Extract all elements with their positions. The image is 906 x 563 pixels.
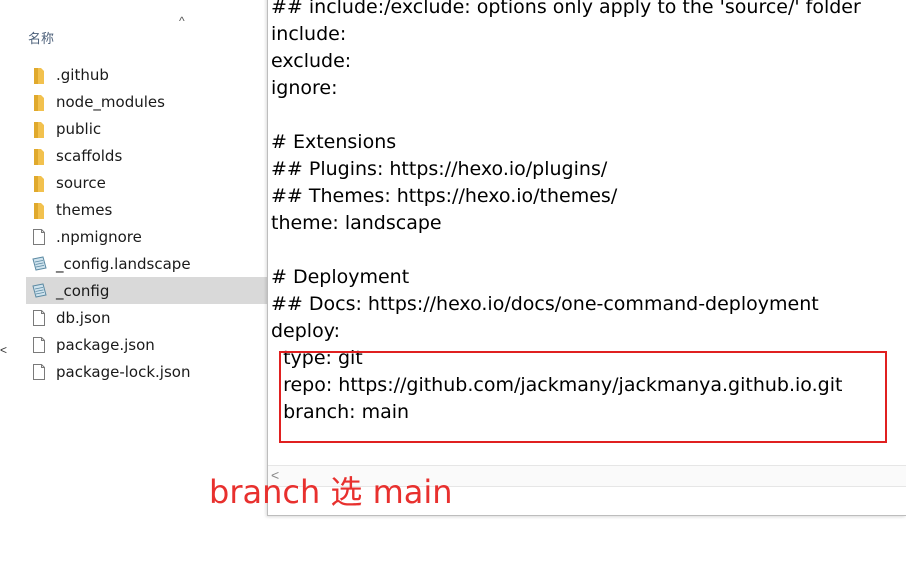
file-name-label: scaffolds <box>56 146 123 165</box>
file-list-item[interactable]: scaffolds <box>26 142 267 169</box>
file-name-label: package.json <box>56 335 155 354</box>
sort-ascending-icon[interactable]: ^ <box>179 14 185 28</box>
folder-icon <box>31 174 47 192</box>
file-name-label: db.json <box>56 308 111 327</box>
code-line[interactable]: exclude: <box>271 48 861 75</box>
file-icon <box>31 336 47 354</box>
deploy-highlight-box <box>279 351 887 443</box>
code-line[interactable]: ## Docs: https://hexo.io/docs/one-comman… <box>271 291 861 318</box>
file-name-label: node_modules <box>56 92 165 111</box>
file-name-label: package-lock.json <box>56 362 191 381</box>
file-list-item[interactable]: node_modules <box>26 88 267 115</box>
file-list-item[interactable]: db.json <box>26 304 267 331</box>
file-list-item[interactable]: .npmignore <box>26 223 267 250</box>
file-icon <box>31 309 47 327</box>
code-line[interactable]: deploy: <box>271 318 861 345</box>
collapse-chevron-icon[interactable]: < <box>0 343 7 357</box>
code-line[interactable]: ## Plugins: https://hexo.io/plugins/ <box>271 156 861 183</box>
folder-icon <box>31 66 47 84</box>
file-name-label: themes <box>56 200 113 219</box>
file-list-item[interactable]: .github <box>26 61 267 88</box>
file-list-item[interactable]: _config.landscape <box>26 250 267 277</box>
file-list-item[interactable]: package-lock.json <box>26 358 267 385</box>
file-name-label: public <box>56 119 102 138</box>
file-icon <box>31 363 47 381</box>
file-list: .github node_modulespublic scaffolds source… <box>26 61 267 385</box>
code-line[interactable] <box>271 102 861 129</box>
file-list-item[interactable]: _config <box>26 277 267 304</box>
file-list-item[interactable]: public <box>26 115 267 142</box>
code-line[interactable]: theme: landscape <box>271 210 861 237</box>
code-line[interactable]: ## Themes: https://hexo.io/themes/ <box>271 183 861 210</box>
code-line[interactable]: # Deployment <box>271 264 861 291</box>
file-list-item[interactable]: source <box>26 169 267 196</box>
name-column-header[interactable]: 名称 ^ <box>28 14 267 47</box>
folder-icon <box>31 120 47 138</box>
yaml-file-icon <box>31 282 47 300</box>
file-name-label: .github <box>56 65 109 84</box>
file-name-label: source <box>56 173 106 192</box>
file-icon <box>31 228 47 246</box>
code-line[interactable]: # Extensions <box>271 129 861 156</box>
code-line[interactable] <box>271 237 861 264</box>
file-list-item[interactable]: package.json <box>26 331 267 358</box>
code-line[interactable]: include: <box>271 21 861 48</box>
file-name-label: .npmignore <box>56 227 142 246</box>
folder-icon <box>31 147 47 165</box>
file-name-label: _config <box>56 281 110 300</box>
folder-icon <box>31 201 47 219</box>
file-name-label: _config.landscape <box>56 254 191 273</box>
file-list-item[interactable]: themes <box>26 196 267 223</box>
yaml-file-icon <box>31 255 47 273</box>
text-editor[interactable]: ## include:/exclude: options only apply … <box>267 0 906 516</box>
code-line[interactable]: ignore: <box>271 75 861 102</box>
annotation-text: branch 选 main <box>209 473 453 511</box>
folder-icon <box>31 93 47 111</box>
code-line[interactable]: ## include:/exclude: options only apply … <box>271 0 861 21</box>
name-column-label: 名称 <box>28 32 55 47</box>
